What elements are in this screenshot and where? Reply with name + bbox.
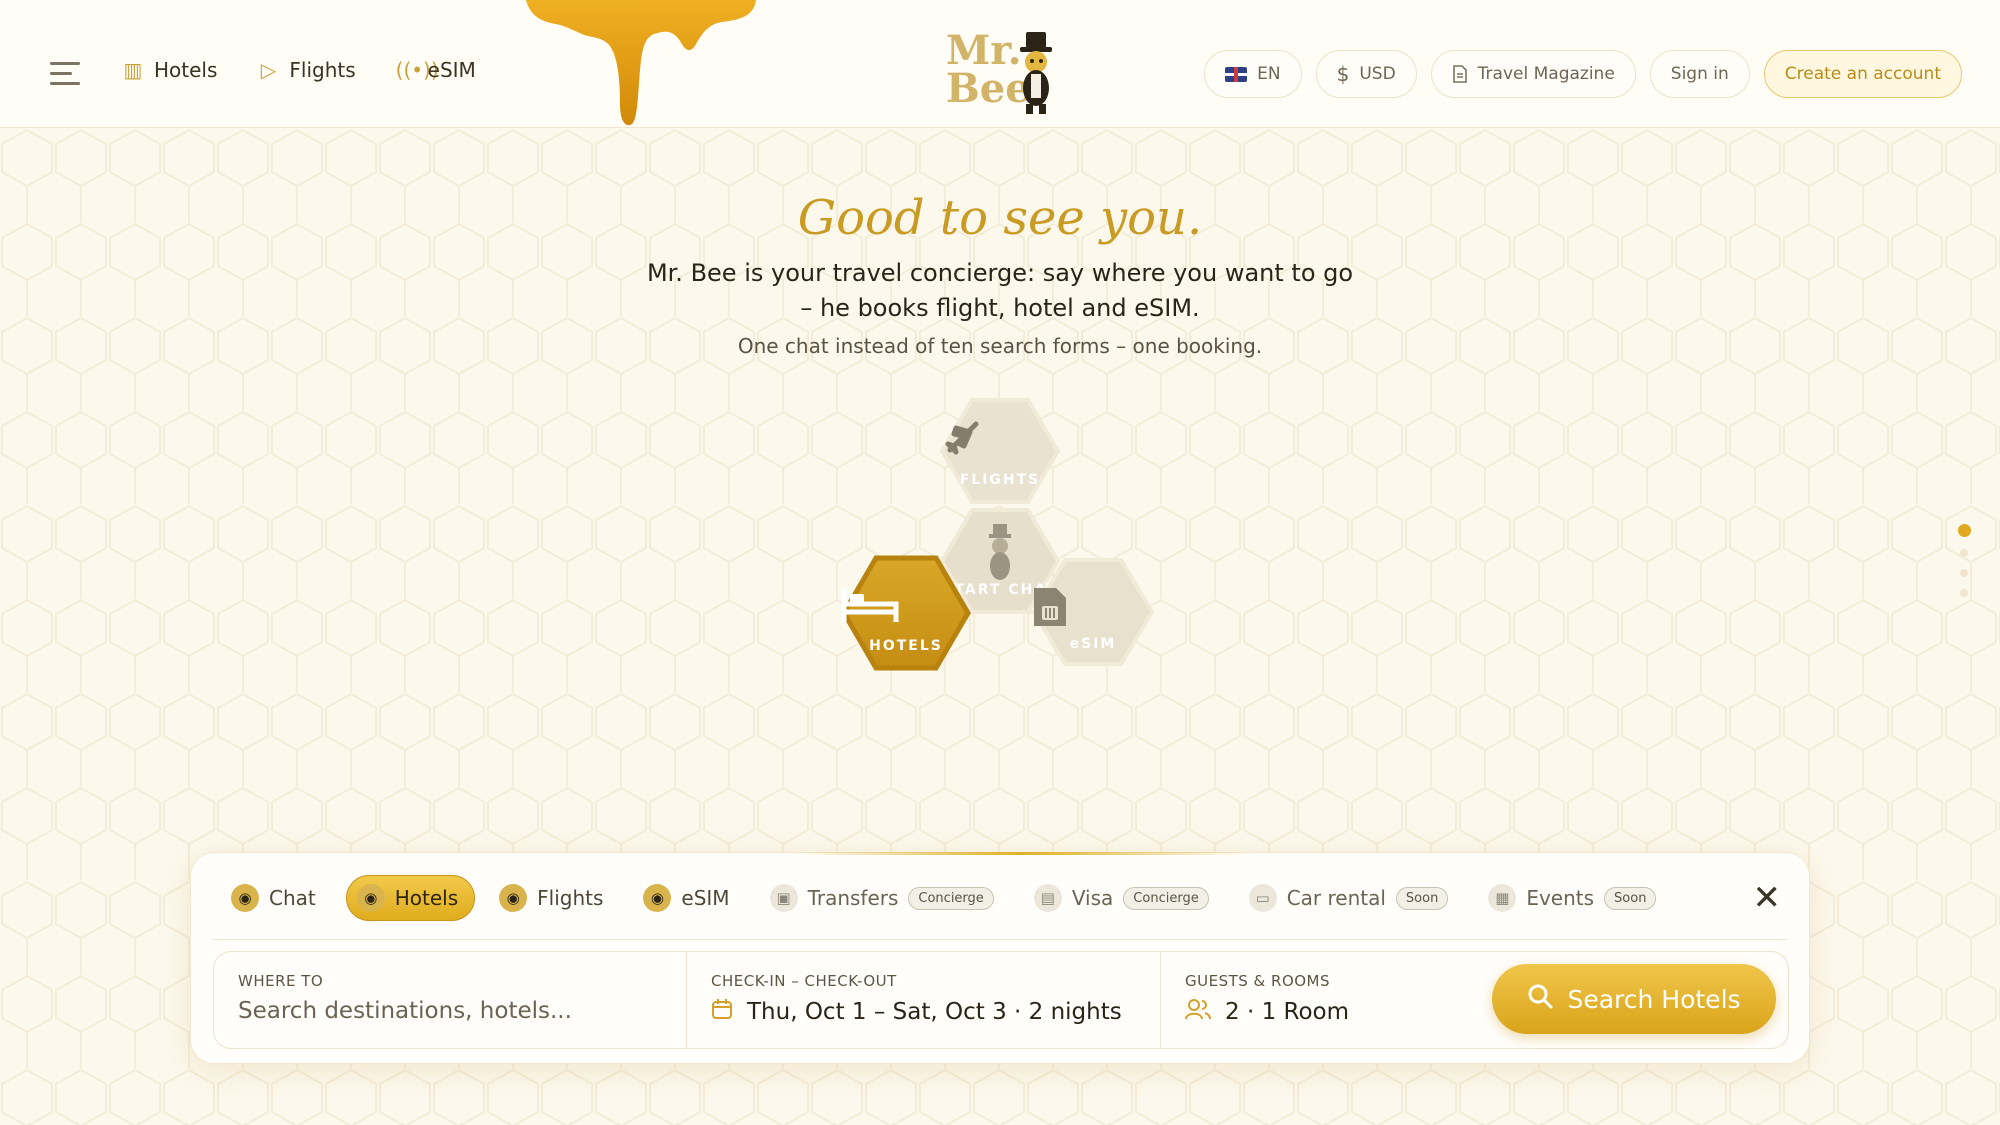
signal-waves-icon: ((•)) — [395, 58, 439, 82]
tab-events-label: Events — [1526, 886, 1595, 910]
hero-lead-text: Mr. Bee is your travel concierge: say wh… — [646, 259, 1354, 322]
header-actions: EN $ USD Travel Magazine Sign in Create … — [1204, 50, 1962, 98]
sign-in-label: Sign in — [1670, 64, 1729, 84]
where-to-field[interactable]: WHERE TO Search destinations, hotels... — [214, 952, 686, 1048]
concierge-badge: Concierge — [908, 886, 994, 910]
nav-hotels-label: Hotels — [154, 58, 218, 82]
guests-value-row: 2 · 1 Room — [1185, 998, 1476, 1026]
travel-magazine-label: Travel Magazine — [1477, 64, 1615, 84]
tab-hotels[interactable]: ◉ Hotels — [345, 875, 476, 921]
where-to-label: WHERE TO — [238, 972, 324, 990]
tab-chat[interactable]: ◉ Chat — [221, 875, 332, 921]
tab-esim-label: eSIM — [681, 886, 730, 910]
tab-flights-label: Flights — [537, 886, 604, 910]
bee-avatar-icon: ◉ — [231, 884, 259, 912]
search-panel: ◉ Chat ◉ Hotels ◉ Flights ◉ eSIM ▣ Trans… — [190, 852, 1810, 1064]
dates-label: CHECK-IN – CHECK-OUT — [711, 972, 897, 990]
dates-field[interactable]: CHECK-IN – CHECK-OUT Thu, Oct 1 – Sat, O… — [686, 952, 1160, 1048]
hex-flights[interactable]: FLIGHTS — [940, 396, 1060, 506]
calendar-icon — [711, 998, 733, 1026]
dates-value: Thu, Oct 1 – Sat, Oct 3 · 2 nights — [747, 999, 1122, 1025]
currency-label: USD — [1359, 64, 1396, 84]
hotel-building-icon: ▥ — [123, 58, 143, 82]
nav-esim-label: eSIM — [427, 58, 476, 82]
tab-car-rental-label: Car rental — [1286, 886, 1386, 910]
hamburger-menu-icon[interactable] — [50, 62, 80, 86]
tab-car-rental[interactable]: ▭ Car rental Soon — [1239, 875, 1465, 921]
dollar-icon: $ — [1336, 62, 1350, 86]
pager-dot-1[interactable] — [1957, 524, 1971, 537]
concierge-badge: Concierge — [1123, 886, 1209, 910]
nav-esim[interactable]: ((•)) eSIM — [396, 58, 476, 82]
tab-transfers-label: Transfers — [807, 886, 899, 910]
hex-hotels-label: HOTELS — [869, 638, 943, 654]
hex-esim-label: eSIM — [1069, 636, 1117, 652]
guests-label: GUESTS & ROOMS — [1185, 972, 1331, 990]
hero-subtext: One chat instead of ten search forms – o… — [737, 334, 1263, 358]
top-navigation-bar: ▥ Hotels ▷ Flights ((•)) eSIM Mr. Bee EN… — [0, 0, 2000, 128]
bee-mascot-icon — [989, 524, 1011, 580]
tab-visa[interactable]: ▤ Visa Concierge — [1024, 875, 1225, 921]
paper-plane-icon: ▷ — [260, 58, 277, 82]
create-account-button[interactable]: Create an account — [1763, 50, 1962, 98]
tab-flights[interactable]: ◉ Flights — [489, 875, 619, 921]
bee-pilot-avatar-icon: ◉ — [499, 884, 528, 912]
nav-flights-label: Flights — [289, 58, 356, 82]
pager-dot-4[interactable] — [1960, 589, 1968, 597]
honey-drip-decoration — [526, 0, 756, 126]
panel-accent-line — [791, 852, 1251, 855]
pager-dot-3[interactable] — [1960, 569, 1968, 577]
nav-hotels[interactable]: ▥ Hotels — [122, 58, 218, 82]
tab-hotels-label: Hotels — [394, 886, 459, 910]
guests-value: 2 · 1 Room — [1225, 999, 1350, 1025]
nav-flights[interactable]: ▷ Flights — [257, 58, 356, 82]
bee-avatar-icon: ◉ — [356, 884, 385, 912]
dates-value-row: Thu, Oct 1 – Sat, Oct 3 · 2 nights — [711, 998, 1160, 1026]
hotel-search-form: WHERE TO Search destinations, hotels... … — [213, 951, 1789, 1049]
soon-badge: Soon — [1395, 886, 1449, 910]
uk-flag-icon — [1225, 66, 1248, 82]
guests-field[interactable]: GUESTS & ROOMS 2 · 1 Room — [1160, 952, 1476, 1048]
search-hotels-label: Search Hotels — [1567, 984, 1741, 1014]
tab-visa-label: Visa — [1071, 886, 1114, 910]
sign-in-button[interactable]: Sign in — [1649, 50, 1750, 98]
language-selector[interactable]: EN — [1204, 50, 1302, 98]
mr-bee-logo[interactable]: Mr. Bee — [946, 31, 1056, 116]
panel-divider — [213, 939, 1787, 940]
create-account-label: Create an account — [1784, 64, 1941, 84]
language-label: EN — [1257, 64, 1281, 84]
search-icon — [1527, 983, 1553, 1015]
soon-badge: Soon — [1604, 886, 1657, 910]
hex-flights-label: FLIGHTS — [959, 472, 1041, 488]
bee-esim-avatar-icon: ◉ — [643, 884, 672, 912]
tab-chat-label: Chat — [269, 886, 316, 910]
bus-icon: ▣ — [769, 884, 798, 912]
hex-hotels[interactable]: HOTELS — [840, 554, 972, 672]
tab-transfers[interactable]: ▣ Transfers Concierge — [760, 875, 1010, 921]
bee-mascot-icon — [1020, 32, 1052, 114]
travel-magazine-link[interactable]: Travel Magazine — [1430, 50, 1636, 98]
passport-icon: ▤ — [1033, 884, 1062, 912]
search-hotels-button[interactable]: Search Hotels — [1492, 964, 1776, 1034]
car-icon: ▭ — [1248, 884, 1277, 912]
document-icon — [1452, 65, 1467, 83]
close-icon[interactable]: ✕ — [1753, 881, 1782, 915]
tab-events[interactable]: ▦ Events Soon — [1478, 875, 1672, 921]
currency-selector[interactable]: $ USD — [1315, 50, 1417, 98]
main-nav: ▥ Hotels ▷ Flights ((•)) eSIM — [122, 58, 476, 82]
tab-esim[interactable]: ◉ eSIM — [633, 875, 745, 921]
pager-dot-2[interactable] — [1960, 549, 1968, 557]
users-icon — [1185, 998, 1211, 1026]
search-tabs: ◉ Chat ◉ Hotels ◉ Flights ◉ eSIM ▣ Trans… — [221, 875, 1672, 921]
greeting-heading: Good to see you. — [797, 190, 1203, 246]
hex-esim[interactable]: eSIM — [1032, 556, 1154, 668]
ticket-icon: ▦ — [1488, 884, 1517, 912]
where-to-input[interactable]: Search destinations, hotels... — [238, 998, 686, 1024]
section-pager — [1957, 524, 1971, 609]
